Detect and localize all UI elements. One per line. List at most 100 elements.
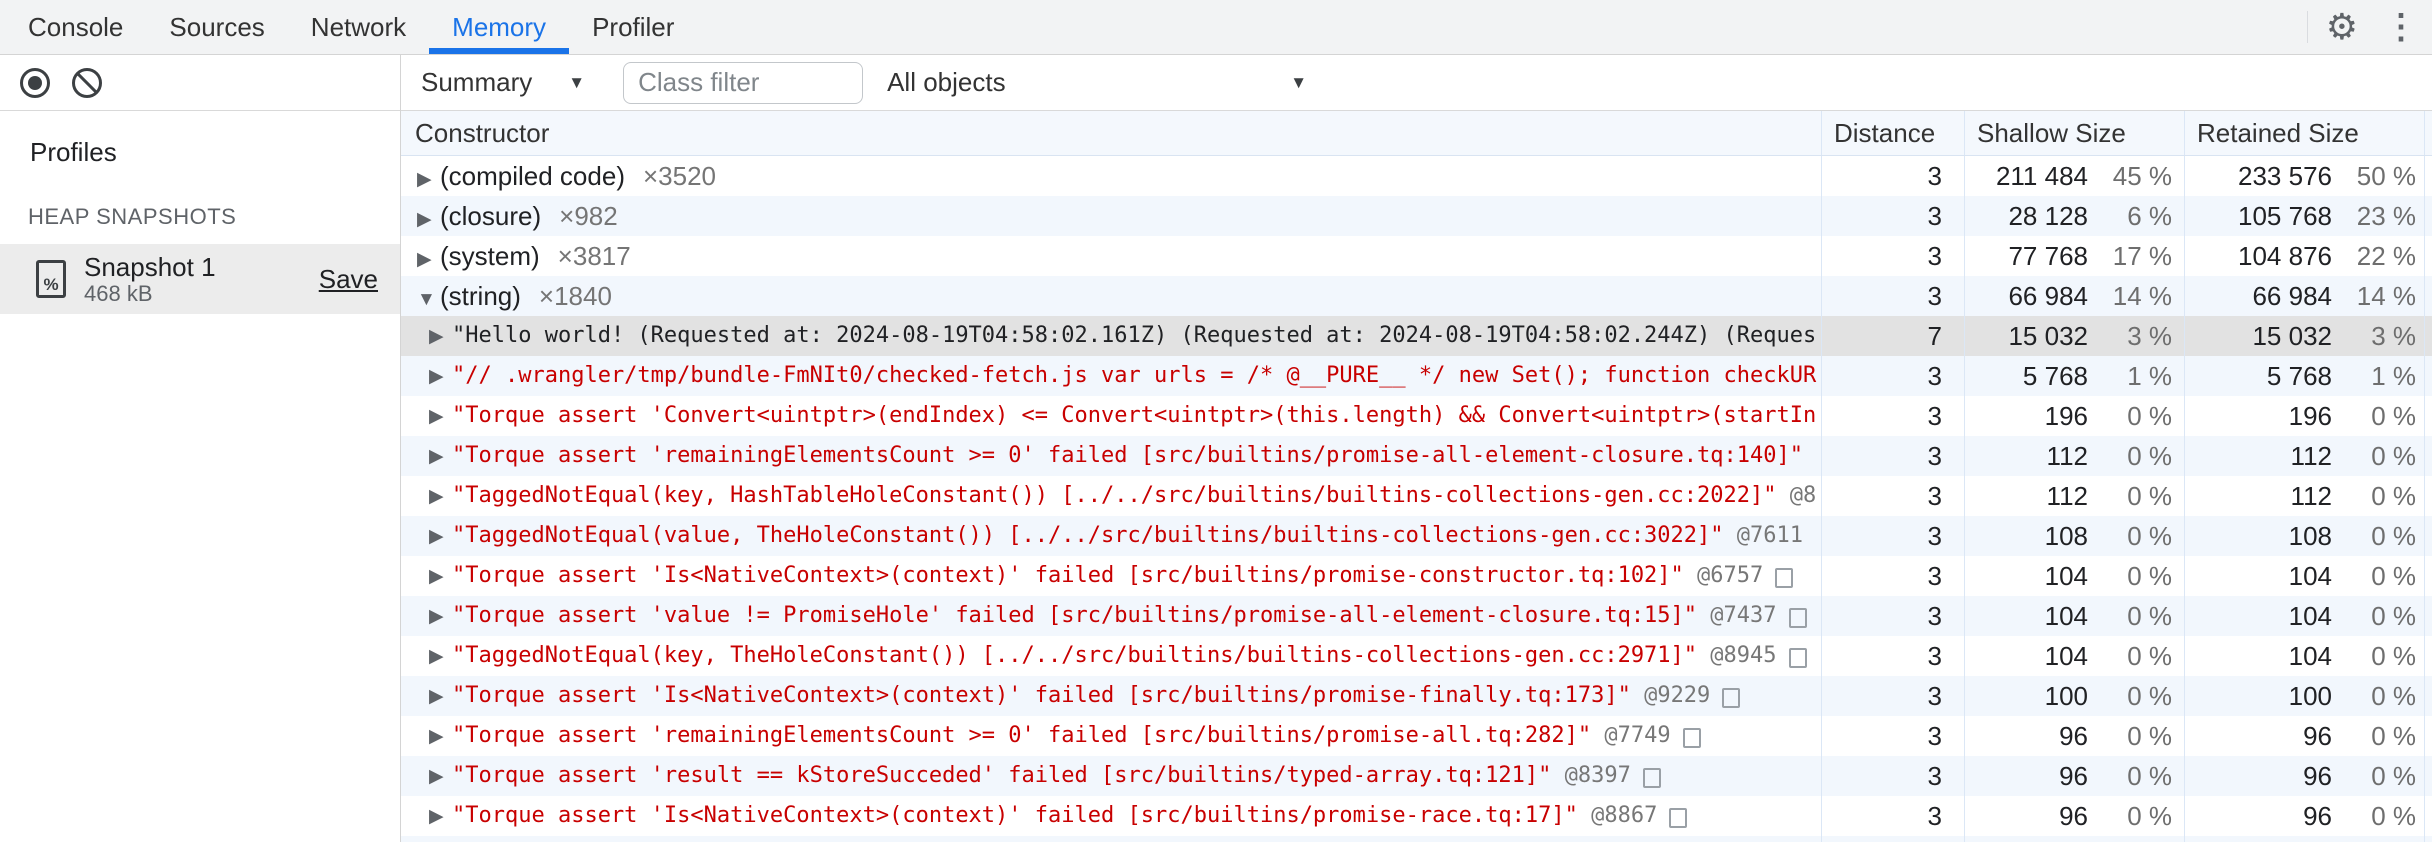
chevron-collapsed-icon[interactable]: ▶: [429, 597, 452, 636]
gear-icon[interactable]: ⚙: [2326, 9, 2358, 45]
retained-size-percent: 0 %: [2371, 561, 2416, 591]
snapshot-item[interactable]: % Snapshot 1 468 kB Save: [0, 244, 400, 314]
table-row[interactable]: ▶ "TaggedNotEqual(key, HashTableHoleConst…: [401, 476, 2432, 516]
chevron-collapsed-icon[interactable]: ▶: [429, 797, 452, 836]
shallow-size-cell: 112 0 %: [1965, 476, 2185, 516]
distance-cell: 3: [1822, 476, 1965, 516]
retained-size-percent: 0 %: [2371, 761, 2416, 791]
chevron-collapsed-icon[interactable]: ▶: [429, 397, 452, 436]
constructor-cell: ▼ (string) ×1840: [401, 276, 1822, 316]
shallow-size-percent: 14 %: [2112, 281, 2172, 311]
retained-size-value: 112: [2290, 481, 2332, 511]
distance-value: 3: [1927, 361, 1942, 391]
shallow-size-percent: 0 %: [2127, 761, 2172, 791]
reveal-icon[interactable]: [1669, 807, 1688, 828]
reveal-icon[interactable]: [1788, 607, 1807, 628]
distance-value: 3: [1927, 601, 1942, 631]
chevron-collapsed-icon[interactable]: ▶: [429, 557, 452, 596]
shallow-size-cell: 108 0 %: [1965, 516, 2185, 556]
object-id: @6757: [1683, 563, 1764, 588]
table-row[interactable]: ▶ "Torque assert 'value != PromiseHole' f…: [401, 596, 2432, 636]
objects-filter-select[interactable]: All objects ▼: [887, 67, 1307, 98]
retained-size-percent: 3 %: [2371, 321, 2416, 351]
retained-size-value: 104 876: [2238, 241, 2332, 271]
retained-size-percent: 1 %: [2371, 361, 2416, 391]
chevron-collapsed-icon[interactable]: ▶: [429, 717, 452, 756]
class-filter-input[interactable]: [623, 61, 864, 104]
retained-size-value: 96: [2303, 761, 2332, 791]
table-row[interactable]: ▶ "Torque assert 'result == kStoreSuccede…: [401, 756, 2432, 796]
table-row[interactable]: ▶ "TaggedNotEqual(value, TheHoleConstant(…: [401, 516, 2432, 556]
retained-size-cell: 105 768 23 %: [2185, 196, 2425, 236]
chevron-collapsed-icon[interactable]: ▶: [429, 637, 452, 676]
grid-gutter: [2425, 556, 2432, 596]
distance-cell: 3: [1822, 236, 1965, 276]
devtools-main: Profiles HEAP SNAPSHOTS % Snapshot 1 468…: [0, 55, 2432, 842]
distance-cell: 3: [1822, 756, 1965, 796]
chevron-collapsed-icon[interactable]: ▶: [429, 357, 452, 396]
chevron-collapsed-icon[interactable]: ▶: [429, 317, 452, 356]
object-id: @7611: [1723, 523, 1804, 548]
tab-memory[interactable]: Memory: [429, 0, 569, 54]
retained-size-cell: 96 0 %: [2185, 756, 2425, 796]
snapshot-save-link[interactable]: Save: [319, 264, 378, 295]
constructor-cell: ▶ "Torque assert 'Is<NativeContext>(conte…: [401, 676, 1822, 716]
distance-cell: 3: [1822, 396, 1965, 436]
column-header-distance[interactable]: Distance: [1822, 111, 1965, 155]
table-row[interactable]: ▶ "Hello world! (Requested at: 2024-08-19…: [401, 316, 2432, 356]
chevron-collapsed-icon[interactable]: ▶: [417, 240, 440, 276]
reveal-icon[interactable]: [1775, 567, 1794, 588]
reveal-icon[interactable]: [1722, 687, 1741, 708]
grid-gutter: [2425, 316, 2432, 356]
chevron-expanded-icon[interactable]: ▼: [417, 280, 440, 316]
retained-size-cell: 96 0 %: [2185, 796, 2425, 836]
chevron-collapsed-icon[interactable]: ▶: [417, 160, 440, 196]
chevron-collapsed-icon[interactable]: ▶: [417, 200, 440, 236]
grid-gutter: [2425, 196, 2432, 236]
string-value: "Torque assert 'remainingElementsCount >…: [452, 443, 1804, 468]
heap-snapshots-section-label: HEAP SNAPSHOTS: [28, 204, 237, 229]
table-row[interactable]: ▼ (string) ×1840 3 66 984 14 % 66 984 14 %: [401, 276, 2432, 316]
chevron-collapsed-icon[interactable]: ▶: [429, 517, 452, 556]
snapshot-size: 468 kB: [84, 281, 153, 306]
clear-profiles-icon[interactable]: [72, 67, 102, 98]
table-row[interactable]: ▶ "Torque assert 'Is<NativeContext>(conte…: [401, 796, 2432, 836]
table-row[interactable]: ▶ "Torque assert 'remainingElementsCount …: [401, 716, 2432, 756]
column-header-shallow-size[interactable]: Shallow Size: [1965, 111, 2185, 155]
object-id: @8: [1776, 483, 1817, 508]
tab-sources[interactable]: Sources: [146, 0, 287, 54]
table-row[interactable]: ▶ "Torque assert 'Is<NativeContext>(conte…: [401, 676, 2432, 716]
grid-rows: ▶ (compiled code) ×3520 3 211 484 45 % 233 576…: [401, 156, 2432, 842]
distance-cell: 3: [1822, 556, 1965, 596]
tab-profiler[interactable]: Profiler: [569, 0, 697, 54]
three-dot-menu-icon[interactable]: ⋮: [2384, 10, 2418, 44]
table-row[interactable]: ▶ (compiled code) ×3520 3 211 484 45 % 233 576…: [401, 156, 2432, 196]
shallow-size-percent: 0 %: [2127, 721, 2172, 751]
constructor-cell: ▶ (system) ×3817: [401, 236, 1822, 276]
retained-size-cell: 196 0 %: [2185, 396, 2425, 436]
table-row[interactable]: ▶ "Torque assert 'Convert<uintptr>(endInd…: [401, 396, 2432, 436]
column-header-retained-size[interactable]: Retained Size: [2185, 111, 2425, 155]
table-row[interactable]: ▶ "TaggedNotEqual(key, TheHoleConstant())…: [401, 636, 2432, 676]
table-row[interactable]: ▶ (closure) ×982 3 28 128 6 % 105 768 23 %: [401, 196, 2432, 236]
constructor-cell: ▶ (compiled code) ×3520: [401, 156, 1822, 196]
table-row[interactable]: ▶ "Torque assert 'remainingElementsCount …: [401, 436, 2432, 476]
table-row[interactable]: ▶ "Torque assert 'Is<NativeContext>(conte…: [401, 556, 2432, 596]
table-row[interactable]: ▶ (system) ×3817 3 77 768 17 % 104 876 22 %: [401, 236, 2432, 276]
column-header-constructor[interactable]: Constructor: [401, 111, 1822, 155]
perspective-select[interactable]: Summary ▼: [421, 67, 585, 98]
retained-size-value: 5 768: [2266, 361, 2332, 391]
reveal-icon[interactable]: [1682, 727, 1701, 748]
chevron-collapsed-icon[interactable]: ▶: [429, 677, 452, 716]
reveal-icon[interactable]: [1642, 767, 1661, 788]
reveal-icon[interactable]: [1788, 647, 1807, 668]
tab-network[interactable]: Network: [288, 0, 429, 54]
retained-size-value: 104: [2288, 641, 2332, 671]
chevron-collapsed-icon[interactable]: ▶: [429, 437, 452, 476]
table-row[interactable]: ▶ "// .wrangler/tmp/bundle-FmNIt0/checked…: [401, 356, 2432, 396]
shallow-size-value: 104: [2044, 561, 2088, 591]
chevron-collapsed-icon[interactable]: ▶: [429, 757, 452, 796]
tab-console[interactable]: Console: [5, 0, 146, 54]
record-heap-snapshot-icon[interactable]: [20, 67, 50, 98]
chevron-collapsed-icon[interactable]: ▶: [429, 477, 452, 516]
